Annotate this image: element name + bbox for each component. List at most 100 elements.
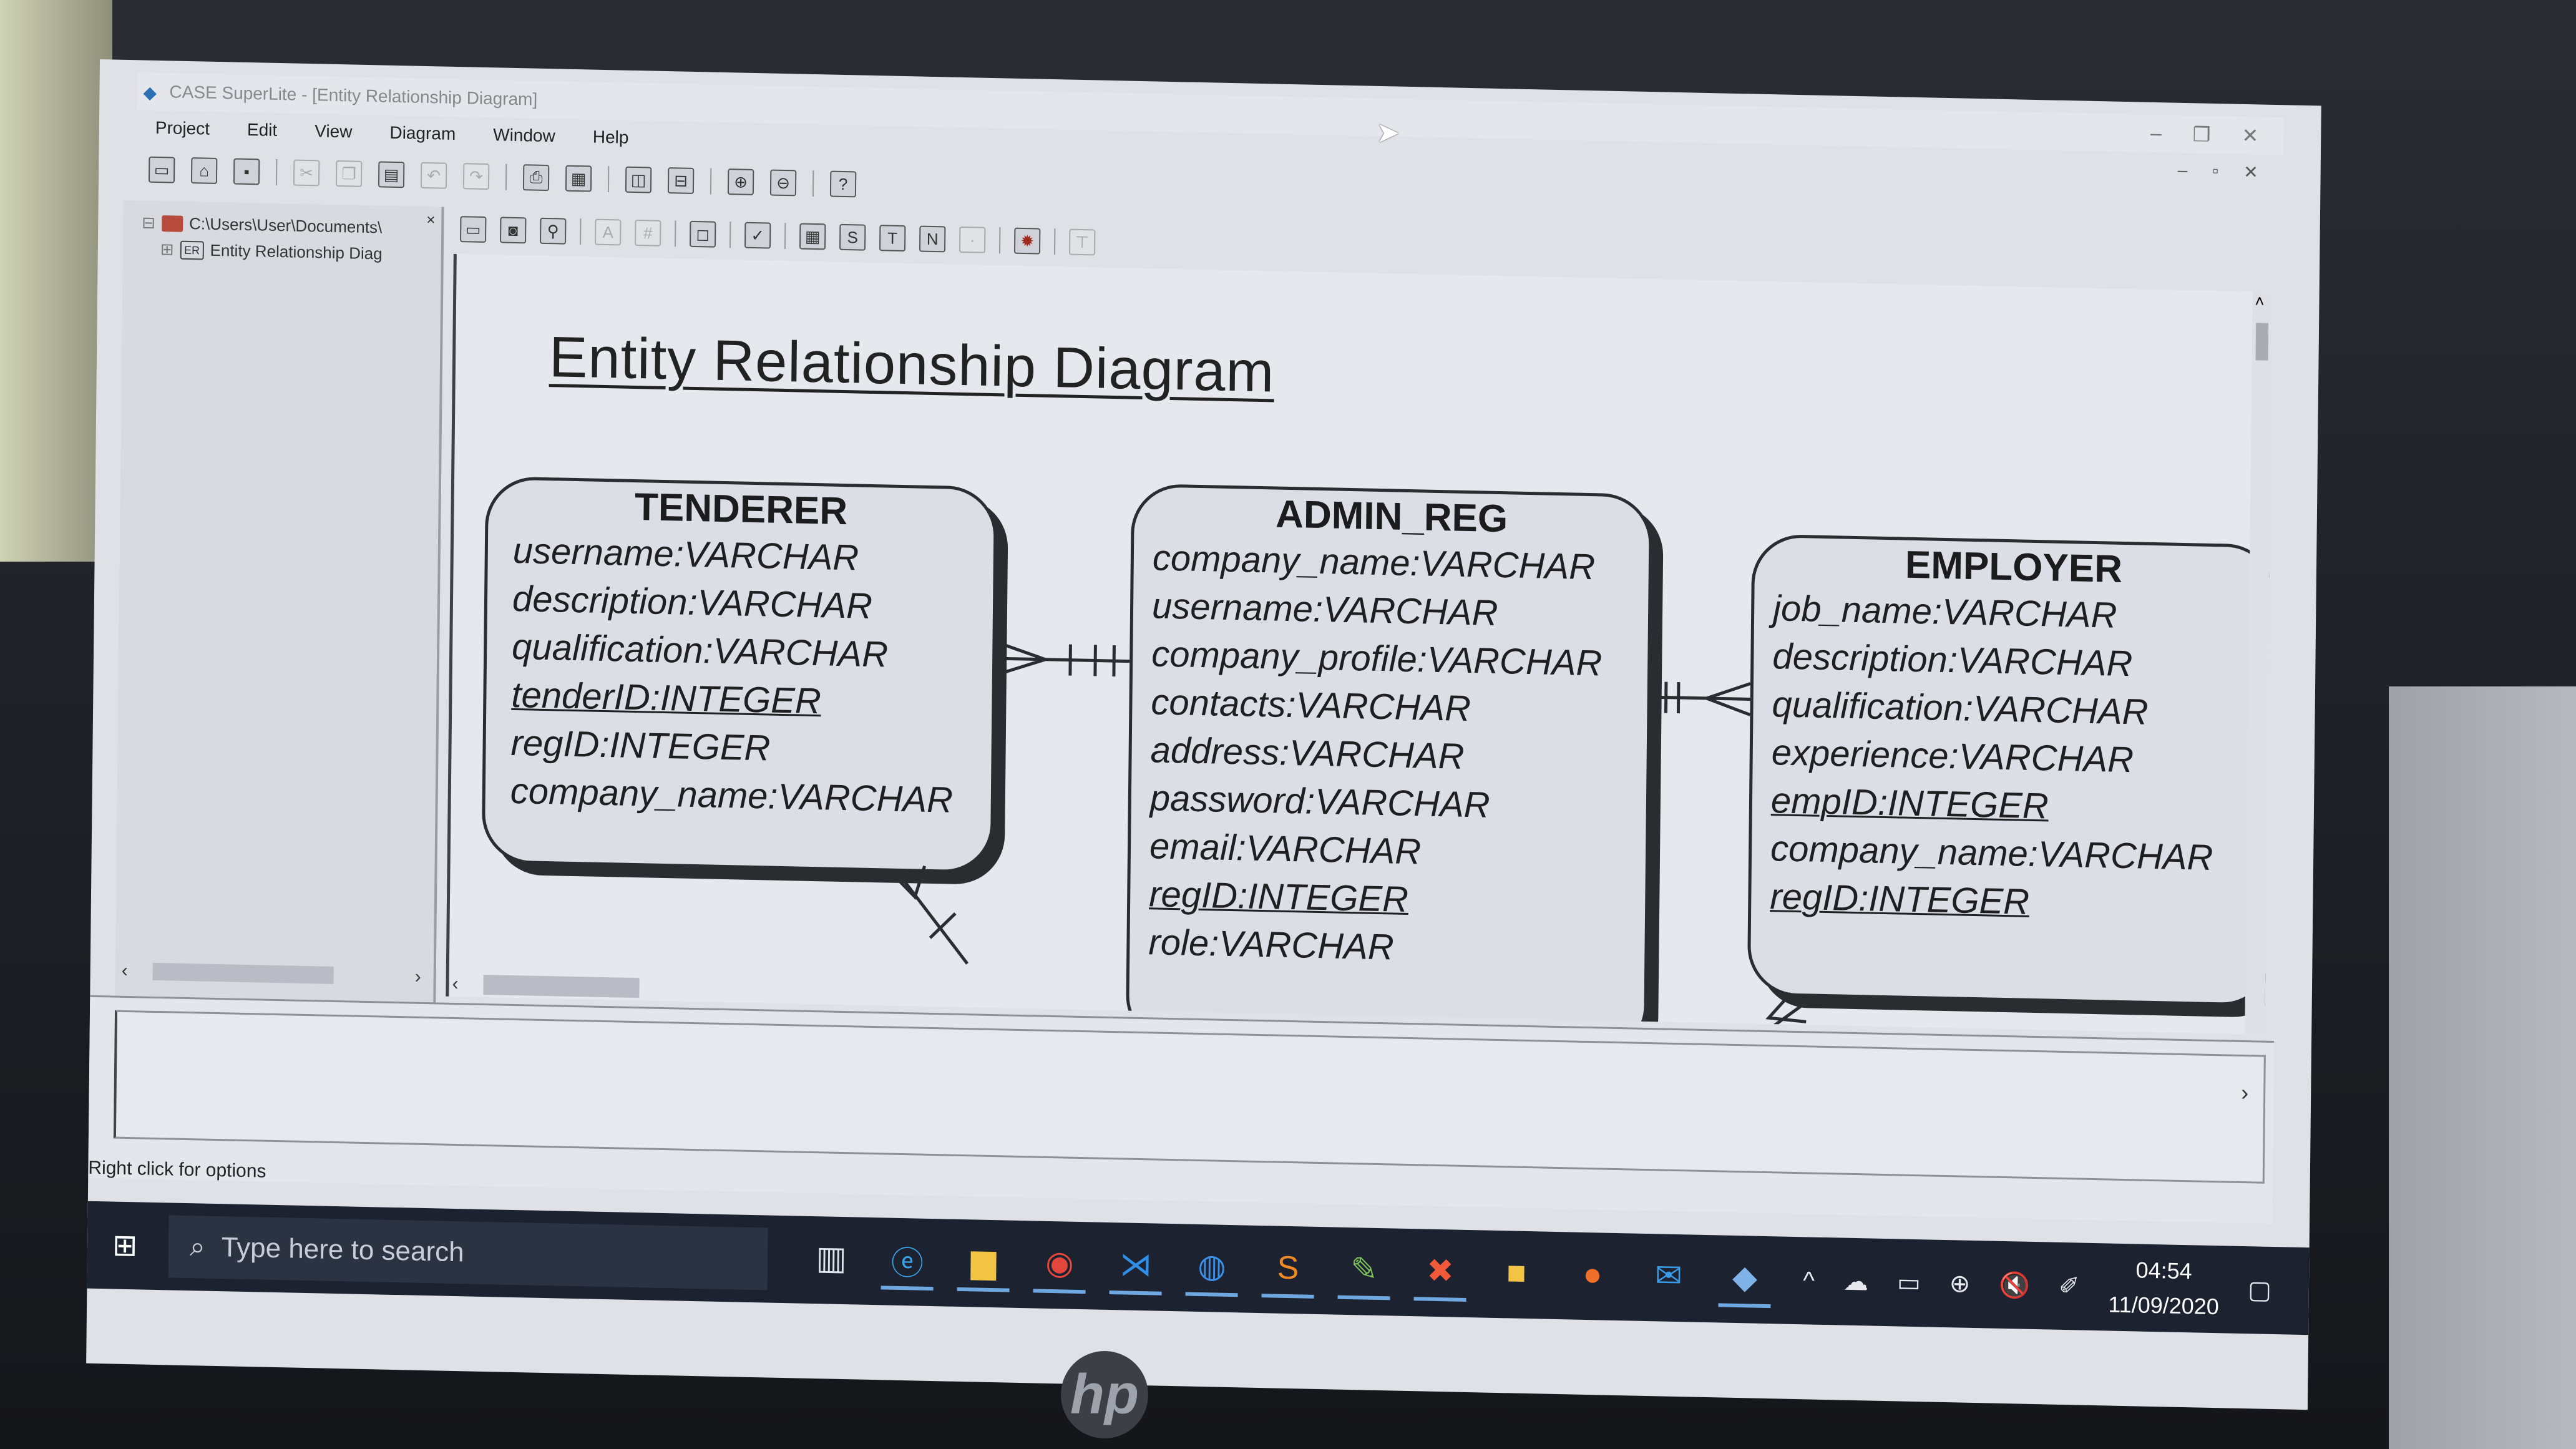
settings-icon[interactable]: ✹ (1013, 227, 1041, 255)
help-icon[interactable]: ? (829, 170, 857, 198)
key-tool-icon[interactable]: # (635, 219, 661, 246)
save-icon[interactable]: ▪ (233, 158, 260, 185)
maximize-button[interactable]: ❐ (2193, 122, 2211, 147)
doc-minimize-button[interactable]: – (2178, 160, 2188, 180)
taskbar-search[interactable]: ⌕ Type here to search (168, 1215, 768, 1290)
mouse-cursor-icon: ➤ (1376, 116, 1400, 149)
pinned-apps: ▥ ⓔ ▆ ◉ ⋊ ◍ S ✎ ✖ ■ ● ✉ ◆ (805, 1232, 1772, 1309)
scroll-left-icon[interactable]: ‹ (452, 973, 458, 995)
one-mark-icon (1093, 645, 1097, 676)
expand-icon[interactable]: ⊟ (142, 213, 155, 232)
entity-tool-icon[interactable]: ▭ (460, 216, 487, 243)
print-icon[interactable]: ⎙ (522, 164, 550, 192)
filter-icon[interactable]: ⊤ (1068, 228, 1096, 256)
validate-icon[interactable]: ✓ (744, 222, 771, 249)
relationship-tool-icon[interactable]: ⚲ (540, 217, 567, 245)
notepad-icon[interactable]: ✎ (1337, 1242, 1391, 1300)
tree-item-root[interactable]: ⊟ C:\Users\User\Documents\ (142, 213, 382, 237)
toolbar-separator (505, 163, 507, 190)
nrd-icon[interactable]: N (919, 225, 946, 253)
output-panel: › (88, 995, 2275, 1224)
browser-icon[interactable]: ◍ (1185, 1239, 1239, 1297)
menu-project[interactable]: Project (137, 117, 228, 139)
scrollbar-thumb[interactable] (2255, 323, 2269, 361)
many-mark-icon (929, 912, 957, 939)
scroll-right-icon[interactable]: › (2241, 1080, 2248, 1106)
onedrive-icon[interactable]: ☁ (1843, 1267, 1868, 1297)
tile-vertical-icon[interactable]: ◫ (625, 166, 652, 193)
one-mark-icon (1112, 645, 1116, 677)
diagram-canvas[interactable]: Entity Relationship Diagram TENDERER use… (446, 253, 2273, 1035)
status-bar-text: Right click for options (88, 1157, 266, 1182)
scroll-left-icon[interactable]: ‹ (122, 960, 128, 982)
battery-icon[interactable]: ▭ (1897, 1268, 1921, 1297)
disabled-tool-icon[interactable]: · (959, 226, 986, 253)
task-view-icon[interactable]: ▥ (805, 1232, 858, 1289)
chrome-icon[interactable]: ◉ (1033, 1236, 1086, 1294)
toolbar-separator (607, 166, 610, 193)
undo-icon[interactable]: ↶ (420, 162, 447, 189)
sql-icon[interactable]: S (839, 223, 866, 251)
menu-window[interactable]: Window (474, 125, 574, 147)
doc-restore-button[interactable]: ▫ (2212, 160, 2218, 181)
search-icon: ⌕ (189, 1231, 205, 1262)
scroll-right-icon[interactable]: › (415, 967, 421, 988)
doc-close-button[interactable]: ✕ (2243, 161, 2258, 182)
file-explorer-icon[interactable]: ▆ (957, 1234, 1010, 1292)
menu-edit[interactable]: Edit (228, 119, 296, 140)
network-icon[interactable]: ⊕ (1949, 1269, 1971, 1299)
zoom-out-icon[interactable]: ⊖ (769, 169, 797, 197)
cut-icon[interactable]: ✂ (293, 159, 320, 187)
attribute-tool-icon[interactable]: A (595, 218, 622, 246)
system-tray: ^ ☁ ▭ ⊕ 🔇 ✐ 04:54 11/09/2020 ▢ (1803, 1246, 2310, 1326)
copy-icon[interactable]: ❐ (335, 160, 363, 187)
sticky-notes-icon[interactable]: ■ (1490, 1246, 1543, 1304)
volume-muted-icon[interactable]: 🔇 (1999, 1270, 2030, 1300)
table-view-icon[interactable]: ▦ (799, 223, 826, 250)
output-area[interactable] (113, 1010, 2266, 1184)
expand-icon[interactable]: ⊞ (160, 240, 174, 259)
windows-start-icon[interactable]: ⊞ (100, 1214, 150, 1277)
relationship-admin-employer (1653, 695, 1750, 701)
window-title: CASE SuperLite - [Entity Relationship Di… (169, 82, 538, 109)
paste-icon[interactable]: ▤ (378, 161, 405, 188)
menu-diagram[interactable]: Diagram (371, 122, 474, 144)
new-icon[interactable]: ▭ (148, 156, 175, 183)
clock-time: 04:54 (2135, 1257, 2192, 1284)
scroll-up-icon[interactable]: ˄ (2255, 291, 2265, 311)
edge-icon[interactable]: ⓔ (881, 1233, 934, 1291)
note-tool-icon[interactable]: ◻ (690, 220, 716, 248)
notification-icon[interactable]: ▢ (2248, 1276, 2271, 1305)
chevron-up-icon[interactable]: ^ (1803, 1267, 1815, 1295)
tree-root-label: C:\Users\User\Documents\ (188, 214, 383, 237)
weak-entity-tool-icon[interactable]: ◙ (500, 217, 527, 244)
toolbar-separator (275, 159, 278, 185)
menu-view[interactable]: View (296, 121, 371, 143)
background-surface (2389, 686, 2576, 1449)
close-icon[interactable]: × (426, 212, 435, 229)
firefox-icon[interactable]: ● (1566, 1247, 1619, 1305)
pen-icon[interactable]: ✐ (2059, 1272, 2080, 1301)
scrollbar-thumb[interactable] (483, 974, 640, 998)
case-superlite-icon[interactable]: ◆ (1718, 1251, 1772, 1309)
minimize-button[interactable]: – (2150, 122, 2162, 145)
mail-icon[interactable]: ✉ (1642, 1249, 1695, 1307)
vscode-icon[interactable]: ⋊ (1109, 1238, 1163, 1295)
tree-item-erd[interactable]: ⊞ ER Entity Relationship Diag (160, 240, 383, 263)
scrollbar-thumb[interactable] (152, 962, 334, 984)
redo-icon[interactable]: ↷ (462, 163, 490, 190)
close-button[interactable]: ✕ (2242, 124, 2258, 148)
std-icon[interactable]: T (879, 225, 906, 252)
system-clock[interactable]: 04:54 11/09/2020 (2108, 1252, 2220, 1325)
one-mark-icon (1676, 681, 1681, 714)
zoom-in-icon[interactable]: ⊕ (727, 168, 754, 195)
sublime-icon[interactable]: S (1261, 1241, 1315, 1299)
print-preview-icon[interactable]: ▦ (565, 165, 592, 192)
tile-horizontal-icon[interactable]: ⊟ (667, 167, 695, 194)
crows-foot-icon (889, 865, 927, 900)
relationship-tenderer-down (898, 874, 969, 965)
menu-help[interactable]: Help (574, 127, 648, 148)
toolbar-separator (675, 220, 676, 247)
open-icon[interactable]: ⌂ (190, 157, 218, 184)
xampp-icon[interactable]: ✖ (1413, 1244, 1467, 1302)
